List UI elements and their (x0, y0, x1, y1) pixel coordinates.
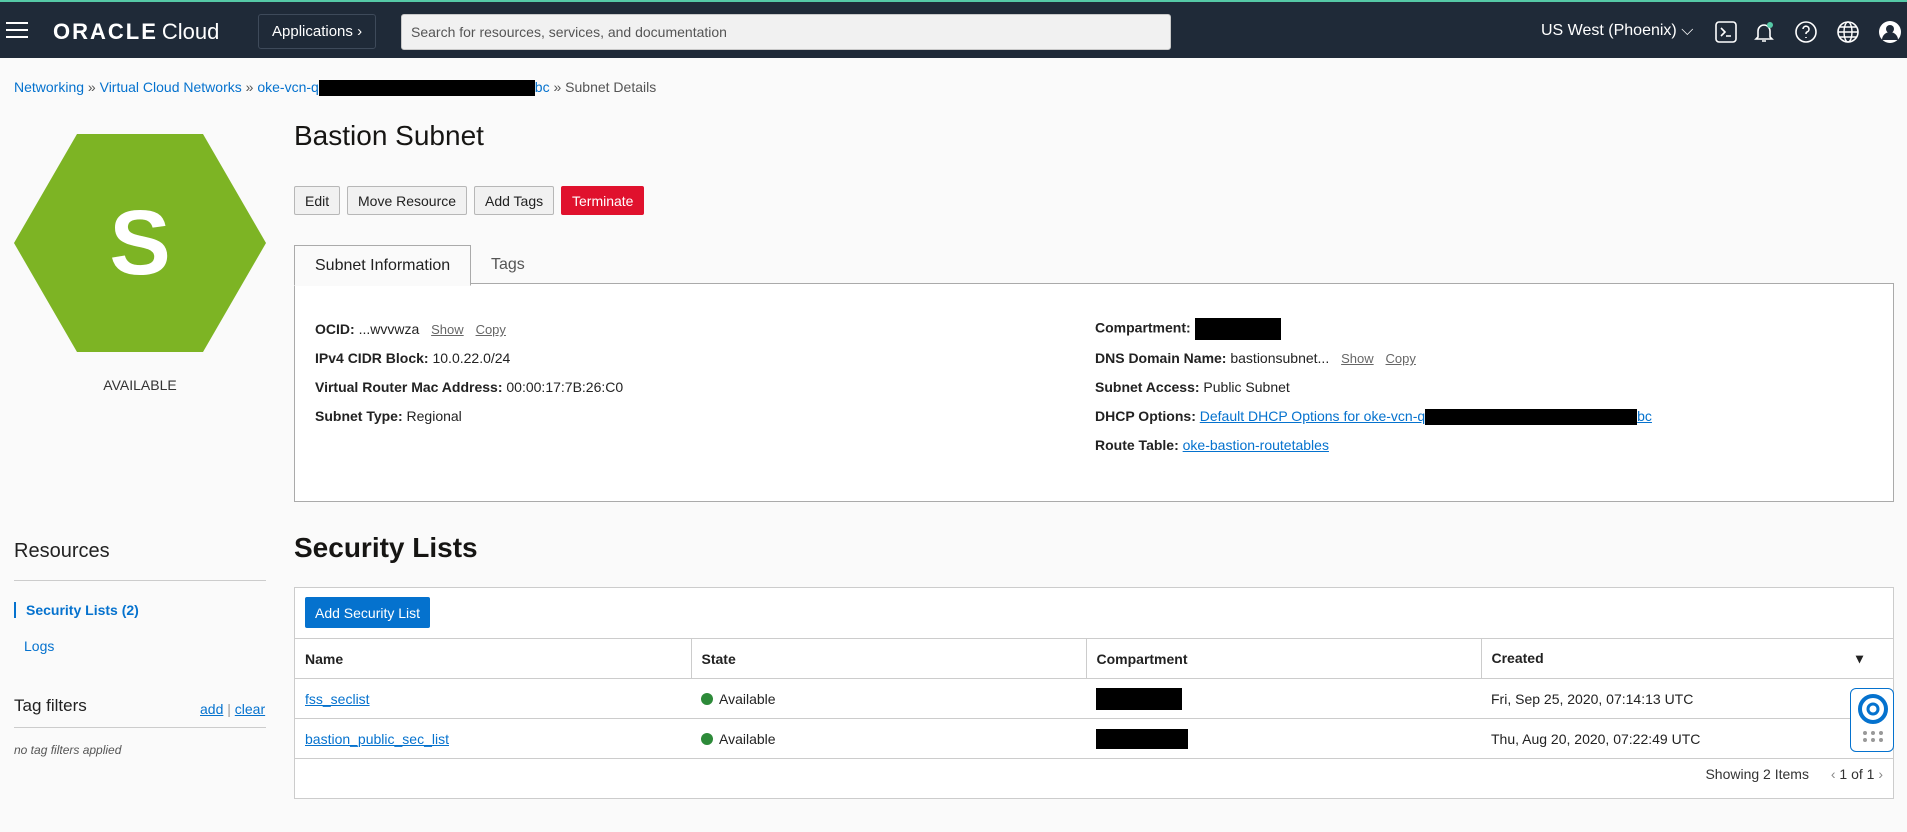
compartment-cell (1086, 718, 1481, 759)
tag-filters-heading: Tag filters (14, 696, 87, 715)
bell-icon[interactable] (1752, 20, 1776, 44)
dns-copy-link[interactable]: Copy (1386, 351, 1416, 366)
security-lists-heading: Security Lists (294, 532, 478, 563)
dhcp-options-link[interactable]: Default DHCP Options for oke-vcn-q bc (1200, 408, 1652, 426)
table-row: fss_seclist Available Fri, Sep 25, 2020,… (295, 678, 1893, 719)
page-indicator: 1 of 1 (1839, 766, 1875, 782)
breadcrumb-networking[interactable]: Networking (14, 79, 84, 95)
clear-tag-filter-link[interactable]: clear (235, 701, 265, 717)
status-label: AVAILABLE (103, 377, 177, 393)
breadcrumb: Networking » Virtual Cloud Networks » ok… (14, 79, 657, 97)
oracle-cloud-logo[interactable]: ORACLE Cloud (53, 19, 219, 45)
state-cell: Available (691, 678, 1086, 719)
security-lists-table: Name State Compartment Created ▾ fss_secl… (295, 638, 1893, 759)
next-page-icon[interactable]: › (1878, 766, 1883, 782)
table-footer: Showing 2 Items ‹ 1 of 1 › (1705, 766, 1883, 782)
applications-button[interactable]: Applications › (258, 14, 377, 49)
breadcrumb-vcn[interactable]: oke-vcn-q bc (257, 79, 550, 97)
add-tag-filter-link[interactable]: add (200, 701, 223, 717)
column-header-created[interactable]: Created ▾ (1481, 638, 1893, 679)
resource-hexagon-icon: S (14, 134, 266, 352)
status-dot-icon (701, 692, 713, 705)
dns-row: DNS Domain Name: bastionsubnet... Show C… (1095, 350, 1416, 366)
subnet-type-row: Subnet Type: Regional (315, 408, 462, 424)
hamburger-icon[interactable] (6, 22, 28, 38)
add-security-list-button[interactable]: Add Security List (305, 597, 431, 628)
table-row: bastion_public_sec_list Available Thu, A… (295, 718, 1893, 759)
chevron-down-icon: ⌵ (1681, 22, 1694, 39)
column-header-state[interactable]: State (691, 638, 1087, 679)
compartment-cell (1086, 678, 1481, 719)
user-icon[interactable] (1878, 20, 1902, 44)
state-cell: Available (691, 718, 1086, 759)
ocid-copy-link[interactable]: Copy (476, 322, 506, 337)
redaction-block (1194, 318, 1281, 340)
showing-count: Showing 2 Items (1705, 766, 1809, 782)
move-resource-button[interactable]: Move Resource (347, 186, 468, 215)
sidebar-item-logs[interactable]: Logs (14, 638, 266, 654)
compartment-row: Compartment: (1095, 318, 1281, 340)
search-input[interactable] (401, 14, 1171, 50)
dns-show-link[interactable]: Show (1341, 351, 1374, 366)
tab-subnet-information[interactable]: Subnet Information (294, 245, 472, 286)
route-table-row: Route Table: oke-bastion-routetables (1095, 437, 1329, 453)
region-selector[interactable]: US West (Phoenix) ⌵ (1541, 22, 1693, 40)
help-widget[interactable] (1850, 688, 1894, 752)
resources-heading: Resources (14, 540, 110, 562)
dhcp-row: DHCP Options: Default DHCP Options for o… (1095, 408, 1652, 426)
ocid-row: OCID: ...wvvwza Show Copy (315, 321, 506, 337)
chevron-right-icon: › (357, 23, 363, 40)
cidr-row: IPv4 CIDR Block: 10.0.22.0/24 (315, 350, 511, 366)
subnet-access-row: Subnet Access: Public Subnet (1095, 379, 1290, 395)
edit-button[interactable]: Edit (294, 186, 341, 215)
breadcrumb-vcns[interactable]: Virtual Cloud Networks (100, 79, 242, 95)
page-title: Bastion Subnet (294, 120, 484, 151)
terminate-button[interactable]: Terminate (561, 186, 645, 215)
lifebuoy-icon (1858, 694, 1888, 742)
redaction-block (1096, 728, 1188, 749)
top-navigation-bar: ORACLECloud Applications › US West (Phoe… (0, 0, 1907, 58)
prev-page-icon[interactable]: ‹ (1831, 766, 1836, 782)
status-dot-icon (701, 732, 713, 745)
tab-tags[interactable]: Tags (471, 245, 545, 286)
redaction-block (1096, 687, 1182, 710)
ocid-show-link[interactable]: Show (431, 322, 464, 337)
no-tag-filters-text: no tag filters applied (14, 743, 122, 757)
security-lists-panel: Add Security List Name State Compartment… (294, 587, 1894, 799)
sort-caret-icon[interactable]: ▾ (1856, 650, 1863, 667)
cloud-shell-icon[interactable] (1714, 20, 1738, 44)
created-cell: Fri, Sep 25, 2020, 07:14:13 UTC (1481, 678, 1893, 719)
redaction-block (1425, 409, 1638, 426)
security-list-name-link[interactable]: fss_seclist (305, 691, 370, 707)
breadcrumb-current: Subnet Details (565, 79, 657, 95)
help-icon[interactable] (1794, 20, 1818, 44)
sidebar-item-security-lists[interactable]: Security Lists (2) (14, 602, 266, 618)
mac-row: Virtual Router Mac Address: 00:00:17:7B:… (315, 379, 624, 395)
subnet-info-panel: OCID: ...wvvwza Show Copy IPv4 CIDR Bloc… (294, 283, 1894, 502)
globe-icon[interactable] (1836, 20, 1860, 44)
redaction-block (318, 80, 535, 97)
created-cell: Thu, Aug 20, 2020, 07:22:49 UTC (1481, 718, 1893, 759)
tag-filter-actions: add | clear (200, 701, 266, 717)
divider (14, 580, 266, 581)
divider (14, 727, 266, 728)
security-list-name-link[interactable]: bastion_public_sec_list (305, 731, 449, 747)
column-header-compartment[interactable]: Compartment (1086, 638, 1482, 679)
add-tags-button[interactable]: Add Tags (474, 186, 555, 215)
route-table-link[interactable]: oke-bastion-routetables (1183, 437, 1329, 453)
column-header-name[interactable]: Name (295, 638, 692, 679)
